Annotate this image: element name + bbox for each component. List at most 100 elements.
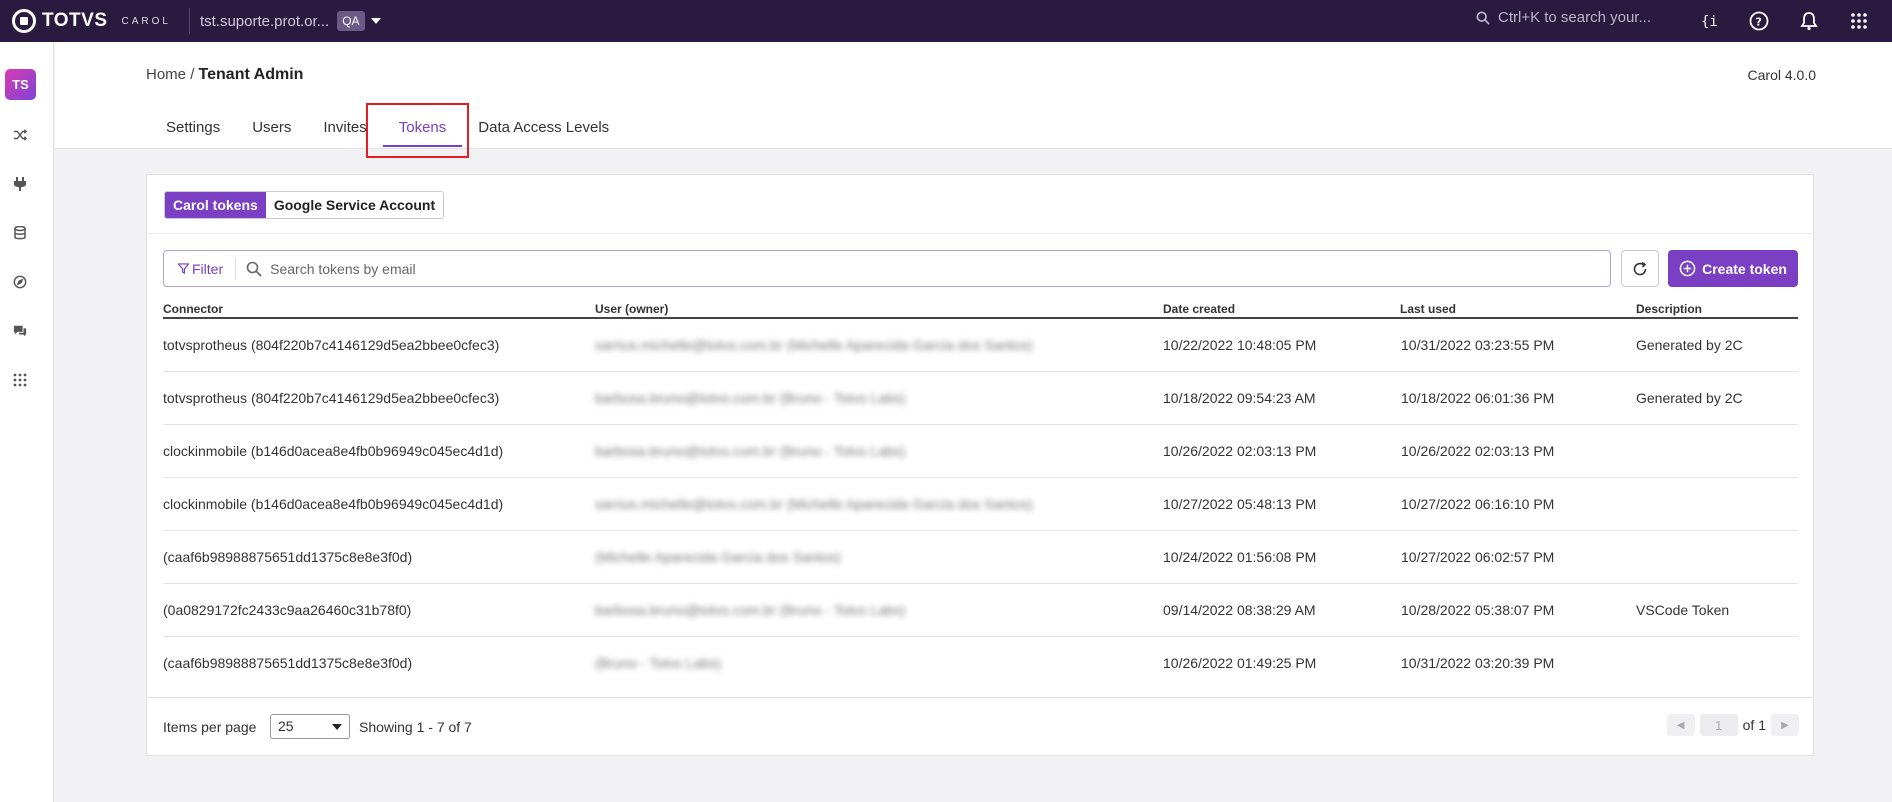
column-header-description[interactable]: Description [1636,302,1702,316]
tab-settings[interactable]: Settings [150,119,236,147]
table-row[interactable]: totvsprotheus (804f220b7c4146129d5ea2bbe… [163,372,1798,425]
column-header-date-created[interactable]: Date created [1163,302,1235,316]
help-icon[interactable]: ? [1746,8,1772,34]
table-row[interactable]: clockinmobile (b146d0acea8e4fb0b96949c04… [163,478,1798,531]
refresh-icon [1633,261,1647,275]
previous-page-button[interactable]: ◀ [1666,714,1695,736]
cell-date-created: 10/22/2022 10:48:05 PM [1163,337,1317,353]
cell-date-created: 10/24/2022 01:56:08 PM [1163,549,1317,565]
cell-description: Generated by 2C [1636,390,1743,406]
apps-grid-icon[interactable] [1846,8,1872,34]
tokens-tab-highlight [366,103,469,158]
refresh-button[interactable] [1621,250,1659,287]
cell-owner: sarrius.michelle@totvs.com.br (Michelle … [595,337,1033,353]
funnel-icon [178,263,189,274]
cell-last-used: 10/27/2022 06:16:10 PM [1401,496,1555,512]
apps-grid-icon[interactable] [10,370,30,390]
cell-last-used: 10/18/2022 06:01:36 PM [1401,390,1555,406]
breadcrumb-separator: / [190,66,195,83]
cell-owner: barbosa.bruno@totvs.com.br (Bruno - Totv… [595,443,906,459]
topbar-divider [188,8,190,34]
cell-last-used: 10/27/2022 06:02:57 PM [1401,549,1555,565]
cell-connector: (caaf6b98988875651dd1375c8e8e3f0d) [163,549,413,565]
compass-icon[interactable] [10,272,30,292]
column-header-last-used[interactable]: Last used [1400,302,1456,316]
cell-owner: barbosa.bruno@totvs.com.br (Bruno - Totv… [595,602,906,618]
divider [147,233,1813,234]
cell-owner: barbosa.bruno@totvs.com.br (Bruno - Totv… [595,390,906,406]
cell-last-used: 10/26/2022 02:03:13 PM [1401,443,1555,459]
next-page-button[interactable]: ▶ [1771,714,1799,736]
cell-connector: clockinmobile (b146d0acea8e4fb0b96949c04… [163,443,504,459]
table-row[interactable]: (0a0829172fc2433c9aa26460c31b78f0) barbo… [163,584,1798,637]
carol-tokens-button[interactable]: Carol tokens [165,192,266,218]
table-header: Connector User (owner) Date created Last… [163,301,1798,319]
cell-date-created: 09/14/2022 08:38:29 AM [1163,602,1316,618]
cell-date-created: 10/26/2022 01:49:25 PM [1163,655,1317,671]
svg-text:{i}: {i} [1701,14,1718,30]
chat-icon[interactable] [10,321,30,341]
chevron-down-icon [332,724,342,730]
table-footer: Items per page 25 Showing 1 - 7 of 7 ◀ 1… [147,697,1813,756]
cell-connector: (caaf6b98988875651dd1375c8e8e3f0d) [163,655,413,671]
filter-button[interactable]: Filter [164,257,237,280]
tenant-avatar[interactable]: TS [5,69,36,100]
cell-description: VSCode Token [1636,602,1730,618]
cell-last-used: 10/31/2022 03:23:55 PM [1401,337,1555,353]
breadcrumb: Home / Tenant Admin [146,66,303,84]
page-total: of 1 [1742,717,1766,733]
column-header-connector[interactable]: Connector [163,302,223,316]
bell-icon[interactable] [1796,8,1822,34]
items-per-page-label: Items per page [163,719,257,735]
cell-owner: (Michelle Aparecida Garcia dos Santos) [595,549,841,565]
showing-count: Showing 1 - 7 of 7 [359,719,472,735]
totvs-logo-icon [12,9,36,33]
cell-date-created: 10/26/2022 02:03:13 PM [1163,443,1317,459]
tab-users[interactable]: Users [236,119,307,147]
chevron-down-icon[interactable] [370,18,381,24]
cell-connector: clockinmobile (b146d0acea8e4fb0b96949c04… [163,496,504,512]
totvs-logo[interactable]: TOTVS CAROL [12,9,171,33]
column-header-owner[interactable]: User (owner) [595,302,668,316]
page-title: Tenant Admin [198,66,304,83]
search-icon [246,261,262,277]
table-row[interactable]: (caaf6b98988875651dd1375c8e8e3f0d) (Brun… [163,637,1798,690]
breadcrumb-home[interactable]: Home [146,66,186,83]
top-bar: TOTVS CAROL tst.suporte.prot.or... QA Ct… [0,0,1892,42]
token-type-toggle: Carol tokens Google Service Account [164,191,445,219]
shuffle-icon[interactable] [10,125,30,145]
cell-last-used: 10/28/2022 05:38:07 PM [1401,602,1555,618]
table-row[interactable]: totvsprotheus (804f220b7c4146129d5ea2bbe… [163,319,1798,372]
items-per-page-value: 25 [278,718,294,734]
tab-data-access-levels[interactable]: Data Access Levels [462,119,625,147]
global-search-placeholder: Ctrl+K to search your... [1498,9,1651,26]
svg-text:?: ? [1756,16,1762,29]
tenant-selector[interactable]: tst.suporte.prot.or... [200,13,329,30]
create-token-button[interactable]: Create token [1668,250,1798,287]
search-tokens-input[interactable] [270,260,1371,277]
logo-subtitle: CAROL [121,15,171,27]
table-row[interactable]: clockinmobile (b146d0acea8e4fb0b96949c04… [163,425,1798,478]
tokens-card: Carol tokens Google Service Account Filt… [146,174,1814,756]
filter-bar: Filter [163,250,1611,287]
cell-owner: sarrius.michelle@totvs.com.br (Michelle … [595,496,1033,512]
filter-label: Filter [192,260,224,277]
table-row[interactable]: (caaf6b98988875651dd1375c8e8e3f0d) (Mich… [163,531,1798,584]
google-service-account-button[interactable]: Google Service Account [265,192,444,218]
cell-owner: (Bruno - Totvs Labs) [595,655,721,671]
plus-circle-icon [1679,260,1696,277]
cell-connector: totvsprotheus (804f220b7c4146129d5ea2bbe… [163,390,500,406]
sidebar: TS [0,42,54,802]
logo-text: TOTVS [42,10,108,31]
items-per-page-select[interactable]: 25 [270,714,350,739]
code-braces-icon[interactable]: {i} [1696,8,1722,34]
database-icon[interactable] [10,223,30,243]
page-number-input[interactable]: 1 [1699,714,1738,736]
create-token-label: Create token [1702,260,1787,277]
global-search[interactable]: Ctrl+K to search your... [1476,9,1651,26]
page-header: Home / Tenant Admin Carol 4.0.0 Settings… [55,42,1892,149]
cell-description: Generated by 2C [1636,337,1743,353]
environment-badge: QA [337,11,365,31]
version-label: Carol 4.0.0 [1747,67,1816,83]
plug-icon[interactable] [10,174,30,194]
